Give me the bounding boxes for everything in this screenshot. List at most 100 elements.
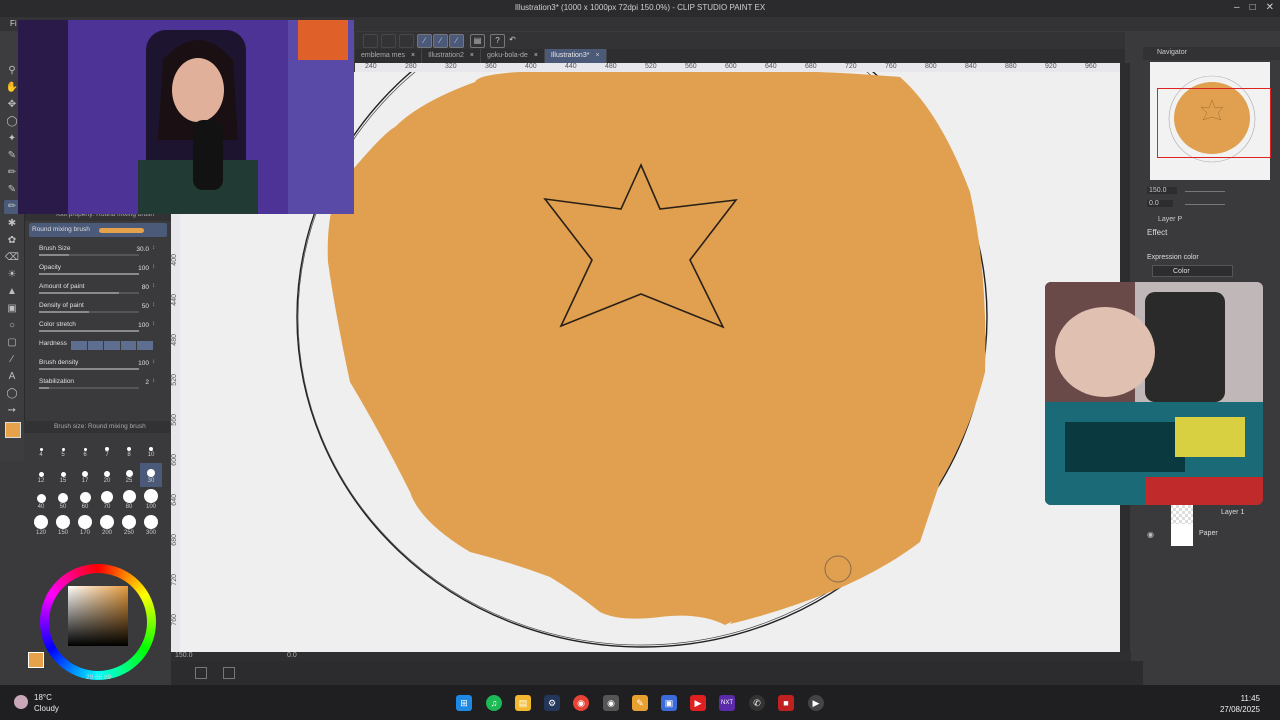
selection-icon[interactable]: ∕: [417, 34, 432, 48]
frame-tool-icon[interactable]: ▢: [4, 336, 20, 350]
blend-tool-icon[interactable]: ☀: [4, 268, 20, 282]
brush-size-cell[interactable]: 300: [140, 515, 162, 539]
property-value[interactable]: 100: [138, 360, 149, 367]
brush-size-cell[interactable]: 150: [52, 515, 74, 539]
close-icon[interactable]: ×: [534, 52, 538, 59]
panel-icon[interactable]: [195, 667, 207, 679]
maximize-icon[interactable]: □: [1250, 2, 1256, 13]
main-color-swatch[interactable]: [28, 652, 44, 668]
navigator-viewport-rect[interactable]: [1157, 88, 1271, 158]
media-player-icon[interactable]: ▶: [808, 695, 824, 711]
property-row[interactable]: Color stretch 100 ↕: [25, 319, 171, 338]
brush-size-cell[interactable]: 50: [52, 489, 74, 513]
brush-preview[interactable]: Round mixing brush: [29, 223, 167, 237]
figure-tool-icon[interactable]: ○: [4, 319, 20, 333]
file-icon[interactable]: ▤: [470, 34, 485, 48]
spinner-icon[interactable]: ↕: [152, 321, 155, 327]
navigator-rotation-value[interactable]: 0.0: [1147, 200, 1173, 207]
text-tool-icon[interactable]: A: [4, 370, 20, 384]
brush-size-cell[interactable]: 4: [30, 437, 52, 461]
spinner-icon[interactable]: ↕: [152, 245, 155, 251]
property-value[interactable]: 2: [145, 379, 149, 386]
brush-size-cell[interactable]: 200: [96, 515, 118, 539]
selection-icon-2[interactable]: ∕: [433, 34, 448, 48]
brush-size-cell[interactable]: 250: [118, 515, 140, 539]
navigator-tab[interactable]: Navigator: [1157, 49, 1187, 56]
windows-start-icon[interactable]: ⊞: [456, 695, 472, 711]
property-slider[interactable]: [39, 387, 139, 389]
brush-size-cell[interactable]: 170: [74, 515, 96, 539]
close-icon[interactable]: ×: [470, 52, 474, 59]
brush-size-cell[interactable]: 20: [96, 463, 118, 487]
property-row[interactable]: Hardness: [25, 338, 171, 357]
system-clock[interactable]: 11:45 27/08/2025: [1220, 693, 1260, 715]
airbrush-tool-icon[interactable]: ✱: [4, 217, 20, 231]
app-icon[interactable]: ■: [778, 695, 794, 711]
correct-line-tool-icon[interactable]: ➙: [4, 404, 20, 418]
brush-size-cell[interactable]: 30: [140, 463, 162, 487]
property-value[interactable]: 100: [138, 265, 149, 272]
youtube-icon[interactable]: ▶: [690, 695, 706, 711]
angle-readout[interactable]: 0.0: [287, 652, 297, 659]
app-icon[interactable]: ◉: [603, 695, 619, 711]
help-icon[interactable]: ?: [490, 34, 505, 48]
brush-size-cell[interactable]: 7: [96, 437, 118, 461]
property-slider[interactable]: [39, 330, 139, 332]
undo-icon[interactable]: ↶: [506, 34, 519, 46]
gradient-tool-icon[interactable]: ▣: [4, 302, 20, 316]
zoom-readout[interactable]: 150.0: [175, 652, 193, 659]
tab-illustration2[interactable]: Illustration2 ×: [422, 49, 481, 63]
tab-illustration3[interactable]: Illustration3* ×: [544, 49, 607, 63]
steam-icon[interactable]: ⚙: [544, 695, 560, 711]
brush-size-cell[interactable]: 6: [74, 437, 96, 461]
layer-property-tab[interactable]: Layer P: [1158, 216, 1182, 223]
save-icon[interactable]: [399, 34, 414, 48]
close-icon[interactable]: ×: [595, 52, 599, 59]
expression-color-select[interactable]: Color: [1152, 265, 1233, 277]
brush-size-cell[interactable]: 25: [118, 463, 140, 487]
property-row[interactable]: Opacity 100 ↕: [25, 262, 171, 281]
brush-size-cell[interactable]: 60: [74, 489, 96, 513]
navigator-zoom-value[interactable]: 150.0: [1147, 187, 1177, 194]
brush-size-cell[interactable]: 8: [118, 437, 140, 461]
minimize-icon[interactable]: –: [1234, 2, 1240, 13]
property-row[interactable]: Amount of paint 80 ↕: [25, 281, 171, 300]
ruler-tool-icon[interactable]: ∕: [4, 353, 20, 367]
brush-size-cell[interactable]: 17: [74, 463, 96, 487]
property-value[interactable]: 80: [142, 284, 149, 291]
app-icon[interactable]: NXT: [719, 695, 735, 711]
decoration-tool-icon[interactable]: ✿: [4, 234, 20, 248]
spinner-icon[interactable]: ↕: [152, 378, 155, 384]
hardness-selector[interactable]: [71, 341, 153, 350]
spinner-icon[interactable]: ↕: [152, 302, 155, 308]
property-slider[interactable]: [39, 368, 139, 370]
saturation-value-square[interactable]: [68, 586, 128, 646]
spotify-icon[interactable]: ♫: [486, 695, 502, 711]
fill-tool-icon[interactable]: ▲: [4, 285, 20, 299]
property-row[interactable]: Stabilization 2 ↕: [25, 376, 171, 395]
open-icon[interactable]: [381, 34, 396, 48]
property-row[interactable]: Density of paint 50 ↕: [25, 300, 171, 319]
file-explorer-icon[interactable]: ▤: [515, 695, 531, 711]
brush-size-cell[interactable]: 12: [30, 463, 52, 487]
chrome-icon[interactable]: ◉: [573, 695, 589, 711]
brush-size-cell[interactable]: 5: [52, 437, 74, 461]
spinner-icon[interactable]: ↕: [152, 264, 155, 270]
brush-size-cell[interactable]: 40: [30, 489, 52, 513]
selection-icon-3[interactable]: ∕: [449, 34, 464, 48]
clip-studio-icon[interactable]: ✎: [632, 695, 648, 711]
property-slider[interactable]: [39, 254, 139, 256]
property-slider[interactable]: [39, 292, 139, 294]
brush-size-cell[interactable]: 70: [96, 489, 118, 513]
tab-goku[interactable]: goku-bola-de ×: [481, 49, 545, 63]
navigator-preview[interactable]: [1150, 62, 1271, 180]
property-value[interactable]: 100: [138, 322, 149, 329]
property-slider[interactable]: [39, 273, 139, 275]
property-row[interactable]: Brush density 100 ↕: [25, 357, 171, 376]
property-value[interactable]: 30.0: [136, 246, 149, 253]
property-value[interactable]: 50: [142, 303, 149, 310]
brush-size-cell[interactable]: 120: [30, 515, 52, 539]
brush-size-cell[interactable]: 100: [140, 489, 162, 513]
store-icon[interactable]: ▣: [661, 695, 677, 711]
tab-emblema[interactable]: emblema mes ×: [355, 49, 423, 63]
